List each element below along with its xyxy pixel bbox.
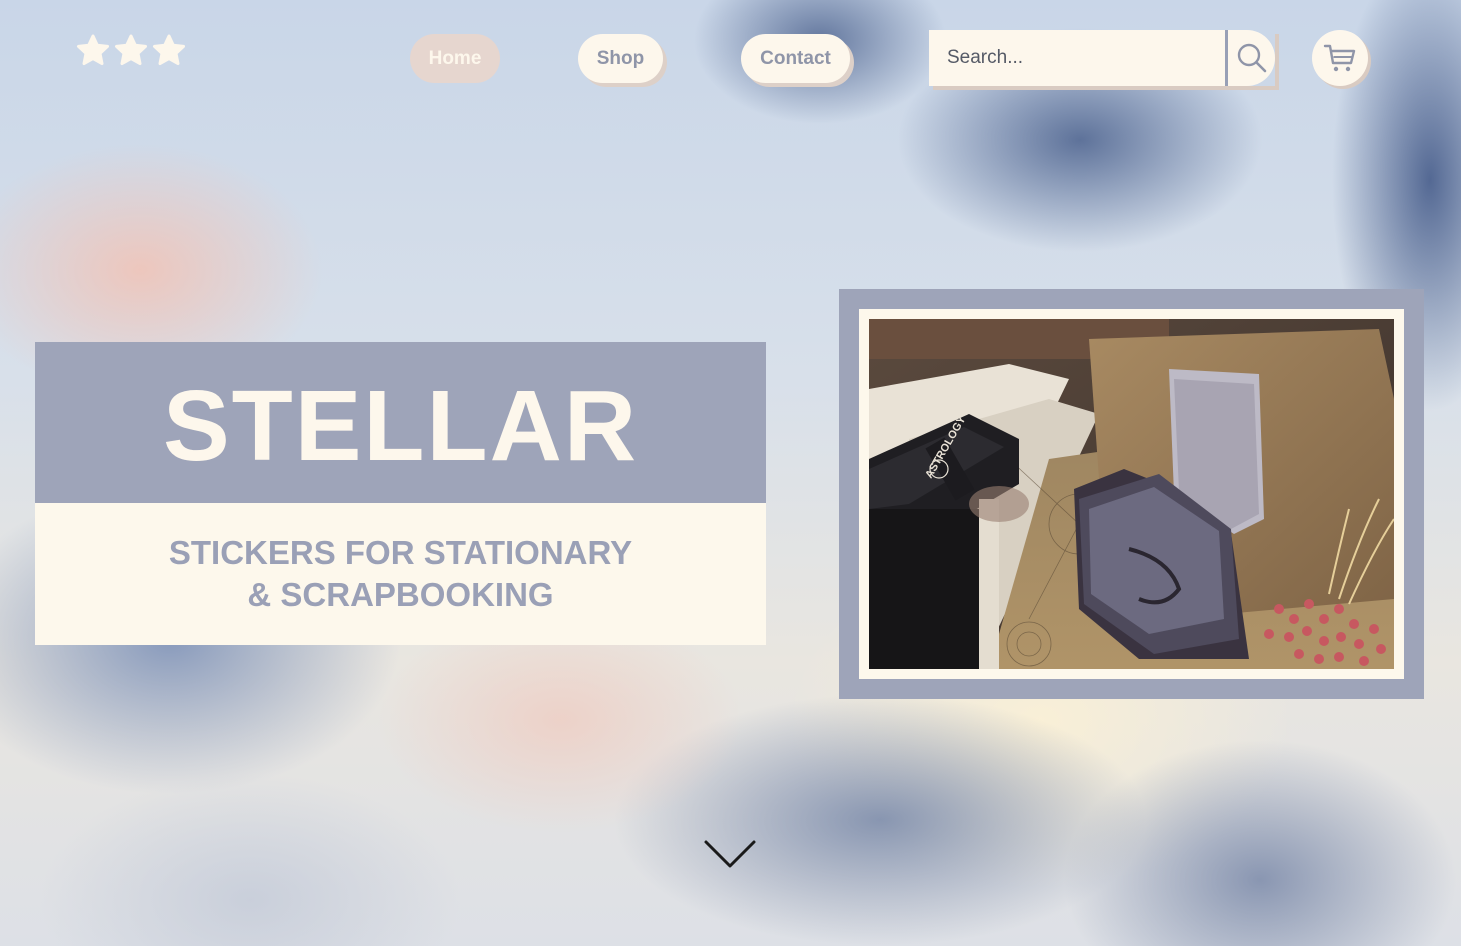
featured-photo-frame: ASTROLOGY <box>839 289 1424 699</box>
star-icon <box>153 34 185 66</box>
hero-subtitle-line-1: STICKERS FOR STATIONARY <box>168 534 633 571</box>
search-icon <box>1237 43 1266 73</box>
featured-photo: ASTROLOGY <box>869 319 1394 669</box>
star-icon <box>77 34 109 66</box>
hero-title: STELLAR <box>162 369 639 482</box>
hero-title-banner: STELLAR <box>35 342 766 503</box>
search-bar <box>929 30 1275 86</box>
nav-shop-button[interactable]: Shop <box>578 34 663 83</box>
star-icon <box>115 34 147 66</box>
nav-contact-button[interactable]: Contact <box>741 34 850 83</box>
nav-home-button[interactable]: Home <box>410 34 500 83</box>
cart-icon <box>1323 44 1356 72</box>
hero-subtitle-line-2: & SCRAPBOOKING <box>247 576 554 613</box>
search-button[interactable] <box>1225 30 1275 86</box>
cart-button[interactable] <box>1312 30 1368 86</box>
sticker-book-illustration: ASTROLOGY <box>869 319 1394 669</box>
search-input[interactable] <box>929 30 1225 86</box>
hero-subtitle-banner: STICKERS FOR STATIONARY & SCRAPBOOKING <box>35 503 766 645</box>
logo[interactable] <box>76 34 186 68</box>
scroll-down-button[interactable] <box>703 838 757 870</box>
chevron-down-icon <box>704 840 756 868</box>
featured-photo-mat: ASTROLOGY <box>859 309 1404 679</box>
